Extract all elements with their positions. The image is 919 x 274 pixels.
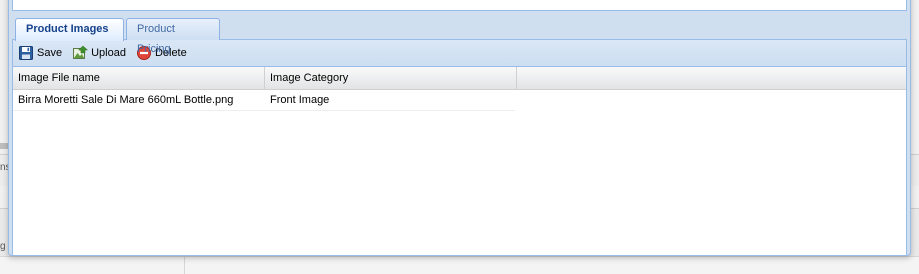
dialog-upper-panel [12, 0, 907, 11]
upload-button[interactable]: Upload [70, 43, 131, 63]
product-images-panel: Save Upload Delete Image File name Image… [12, 39, 907, 256]
column-header-image-category[interactable]: Image Category [265, 67, 517, 90]
product-dialog: Product Images Product Pricing Save Uplo… [8, 0, 911, 256]
background-footer-cell [0, 257, 185, 274]
floppy-disk-icon [18, 45, 34, 61]
upload-button-label: Upload [91, 46, 126, 59]
tab-product-images[interactable]: Product Images [15, 18, 124, 41]
save-button[interactable]: Save [16, 43, 67, 63]
table-row[interactable]: Birra Moretti Sale Di Mare 660mL Bottle.… [13, 90, 515, 111]
upload-image-icon [72, 45, 89, 61]
tab-strip: Product Images Product Pricing [12, 16, 907, 55]
background-footer [0, 256, 919, 274]
background-text: g [0, 241, 6, 252]
image-file-name-cell: Birra Moretti Sale Di Mare 660mL Bottle.… [18, 94, 234, 106]
image-category-cell: Front Image [270, 94, 330, 106]
tab-product-pricing[interactable]: Product Pricing [126, 18, 220, 55]
column-header-image-file-name[interactable]: Image File name [13, 67, 265, 90]
save-button-label: Save [37, 46, 63, 59]
grid-header: Image File name Image Category [13, 67, 906, 90]
